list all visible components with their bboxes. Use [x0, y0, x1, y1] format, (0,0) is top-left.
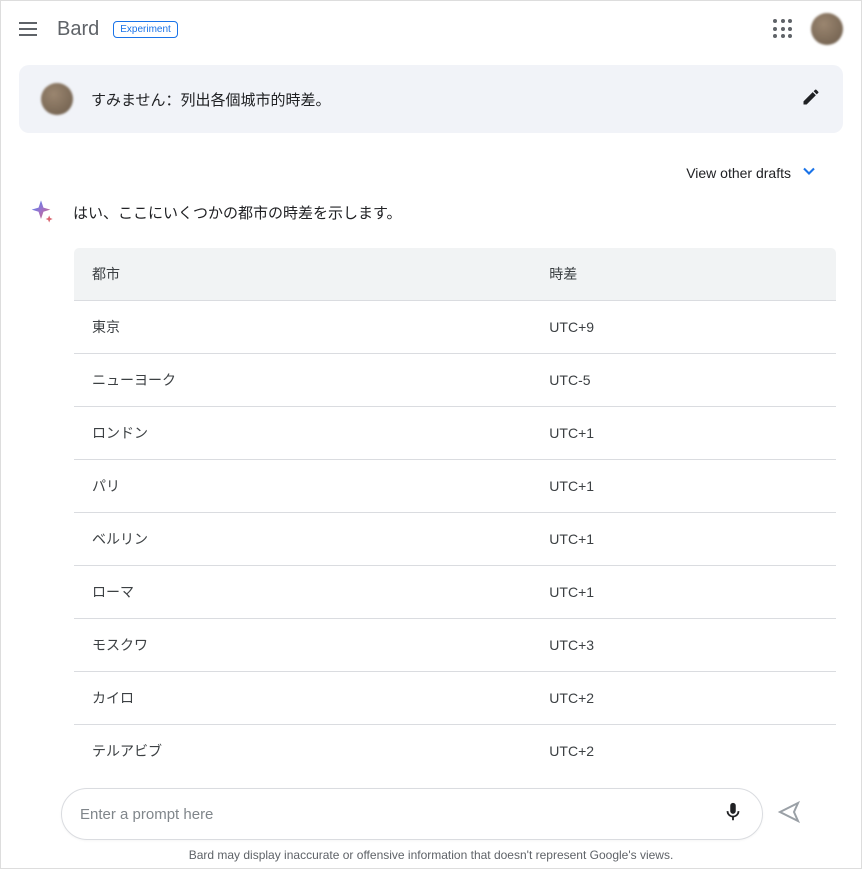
- table-header-tz: 時差: [531, 248, 836, 301]
- cell-tz: UTC+2: [531, 725, 836, 775]
- table-row: モスクワUTC+3: [74, 619, 837, 672]
- avatar[interactable]: [811, 13, 843, 45]
- brand-name: Bard: [57, 18, 99, 41]
- apps-grid-icon[interactable]: [771, 17, 795, 41]
- cell-city: パリ: [74, 460, 532, 513]
- cell-city: ロンドン: [74, 407, 532, 460]
- cell-tz: UTC+2: [531, 672, 836, 725]
- mic-icon[interactable]: [722, 801, 744, 828]
- sparkle-icon: [27, 198, 55, 226]
- cell-tz: UTC+1: [531, 407, 836, 460]
- menu-icon[interactable]: [19, 17, 43, 41]
- user-prompt-section: すみません：列出各個城市的時差。: [19, 65, 843, 133]
- cell-tz: UTC+3: [531, 619, 836, 672]
- view-drafts-button[interactable]: View other drafts: [25, 153, 837, 192]
- chevron-down-icon: [799, 161, 819, 184]
- response-content: はい、ここにいくつかの都市の時差を示します。 都市 時差 東京UTC+9ニューヨ…: [73, 198, 837, 774]
- cell-tz: UTC+1: [531, 513, 836, 566]
- prompt-input[interactable]: [80, 806, 722, 823]
- app-header: Bard Experiment: [1, 1, 861, 57]
- header-right: [771, 13, 843, 45]
- cell-city: モスクワ: [74, 619, 532, 672]
- response-section: View other drafts: [19, 153, 843, 774]
- cell-city: ローマ: [74, 566, 532, 619]
- table-row: ニューヨークUTC-5: [74, 354, 837, 407]
- footer: Bard may display inaccurate or offensive…: [1, 774, 861, 868]
- table-row: ロンドンUTC+1: [74, 407, 837, 460]
- disclaimer-text: Bard may display inaccurate or offensive…: [61, 840, 801, 862]
- user-prompt-text: すみません：列出各個城市的時差。: [91, 89, 783, 110]
- table-row: ローマUTC+1: [74, 566, 837, 619]
- cell-city: テルアビブ: [74, 725, 532, 775]
- response-body: はい、ここにいくつかの都市の時差を示します。 都市 時差 東京UTC+9ニューヨ…: [25, 192, 837, 774]
- input-row: [61, 788, 801, 840]
- response-intro: はい、ここにいくつかの都市の時差を示します。: [73, 198, 837, 223]
- table-row: テルアビブUTC+2: [74, 725, 837, 775]
- cell-city: 東京: [74, 301, 532, 354]
- table-row: ベルリンUTC+1: [74, 513, 837, 566]
- header-left: Bard Experiment: [19, 17, 178, 41]
- cell-city: ニューヨーク: [74, 354, 532, 407]
- cell-tz: UTC+9: [531, 301, 836, 354]
- cell-tz: UTC+1: [531, 460, 836, 513]
- cell-tz: UTC+1: [531, 566, 836, 619]
- table-header-city: 都市: [74, 248, 532, 301]
- timezone-table: 都市 時差 東京UTC+9ニューヨークUTC-5ロンドンUTC+1パリUTC+1…: [73, 247, 837, 774]
- prompt-input-box[interactable]: [61, 788, 763, 840]
- send-icon[interactable]: [777, 800, 801, 829]
- user-avatar: [41, 83, 73, 115]
- table-row: カイロUTC+2: [74, 672, 837, 725]
- cell-tz: UTC-5: [531, 354, 836, 407]
- drafts-label: View other drafts: [686, 165, 791, 181]
- content-scroll[interactable]: すみません：列出各個城市的時差。 View other drafts: [1, 57, 861, 774]
- cell-city: ベルリン: [74, 513, 532, 566]
- experiment-badge: Experiment: [113, 21, 178, 38]
- table-row: パリUTC+1: [74, 460, 837, 513]
- edit-icon[interactable]: [801, 87, 821, 112]
- table-row: 東京UTC+9: [74, 301, 837, 354]
- cell-city: カイロ: [74, 672, 532, 725]
